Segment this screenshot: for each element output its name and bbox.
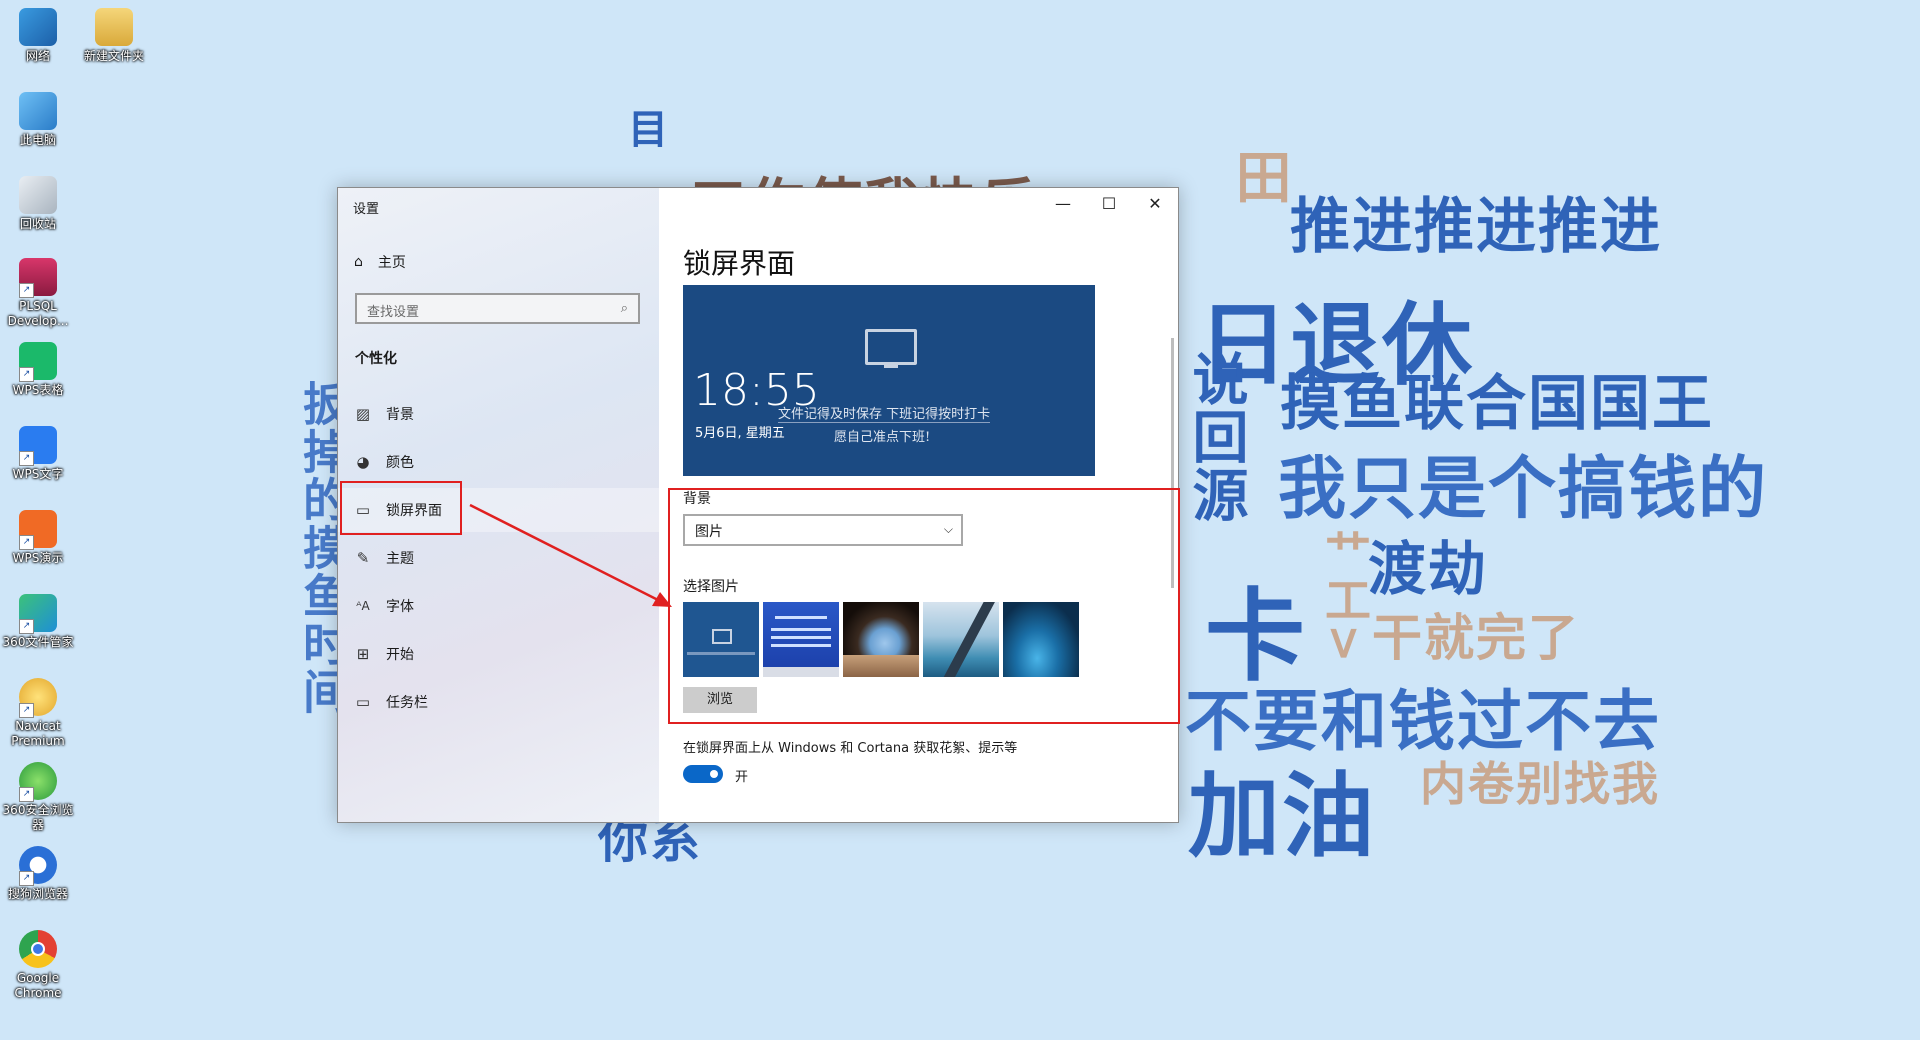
desktop-icon-wps-writer[interactable]: ↗ WPS文字	[0, 426, 78, 482]
wps-writer-icon: ↗	[19, 426, 57, 466]
toggle-state-label: 开	[735, 770, 749, 785]
search-input[interactable]: 查找设置 ⌕	[355, 293, 640, 324]
nav-item-start[interactable]: ⊞ 开始	[338, 632, 659, 676]
nav-item-colors[interactable]: ◕ 颜色	[338, 440, 659, 484]
taskbar-icon: ▭	[355, 693, 371, 711]
nav-label: 开始	[386, 647, 414, 663]
cortana-tips-toggle[interactable]	[683, 765, 723, 783]
nav-label: 任务栏	[386, 695, 428, 711]
wallpaper-word: 目	[621, 108, 667, 150]
monitor-icon	[865, 329, 917, 368]
search-placeholder: 查找设置	[367, 305, 420, 320]
palette-icon: ◕	[356, 453, 370, 471]
nav-label: 主题	[386, 551, 414, 567]
wallpaper-word: 田	[1226, 148, 1291, 206]
toggle-knob	[710, 770, 718, 778]
chrome-icon	[19, 930, 57, 968]
preview-note-line2: 愿自己准点下班!	[834, 430, 931, 445]
computer-icon	[19, 92, 57, 130]
preview-note-line1: 文件记得及时保存 下班记得按时打卡	[778, 403, 991, 423]
nav-label: 字体	[386, 599, 414, 615]
navicat-icon: ↗	[19, 678, 57, 718]
nav-label: 颜色	[386, 455, 414, 471]
window-title: 设置	[353, 202, 380, 217]
wallpaper-word: 推进推进推进	[1290, 192, 1662, 262]
wps-sheet-icon: ↗	[19, 342, 57, 382]
desktop-icon-recycle-bin[interactable]: 回收站	[0, 176, 78, 232]
desktop-icon-network[interactable]: 网络	[0, 8, 78, 64]
desktop-icon-this-pc[interactable]: 此电脑	[0, 92, 78, 148]
wallpaper-word: 艹工>	[1318, 528, 1372, 665]
browser-icon: ↗	[19, 762, 57, 802]
desktop-icon-360-file[interactable]: ↗ 360文件管家	[0, 594, 78, 650]
wallpaper-word: 加油	[1188, 763, 1377, 870]
lock-screen-preview: 18:55 5月6日, 星期五 文件记得及时保存 下班记得按时打卡 愿自己准点下…	[683, 285, 1095, 476]
desktop-icon-wps-sheet[interactable]: ↗ WPS表格	[0, 342, 78, 398]
brush-icon: ✎	[356, 549, 370, 567]
desktop-icon-sogou[interactable]: ↗ 搜狗浏览器	[0, 846, 78, 902]
cortana-tips-label: 在锁屏界面上从 Windows 和 Cortana 获取花絮、提示等	[683, 741, 1018, 756]
sogou-icon: ↗	[19, 846, 57, 886]
nav-label: 背景	[386, 407, 414, 423]
home-link[interactable]: ⌂ 主页	[354, 252, 406, 272]
font-icon: ᴬA	[356, 599, 370, 613]
nav-item-themes[interactable]: ✎ 主题	[338, 536, 659, 580]
desktop-icon-wps-present[interactable]: ↗ WPS演示	[0, 510, 78, 566]
wallpaper-word: 说回源	[1183, 350, 1248, 524]
start-icon: ⊞	[356, 645, 370, 663]
wallpaper-word: 渡劫	[1368, 535, 1489, 603]
network-icon	[19, 8, 57, 46]
desktop-icon-new-folder[interactable]: 新建文件夹	[74, 8, 154, 64]
nav-item-fonts[interactable]: ᴬA 字体	[338, 584, 659, 628]
group-label: 个性化	[355, 351, 397, 367]
settings-window: 设置 ⌂ 主页 查找设置 ⌕ 个性化 ▨ 背景 ◕ 颜色 ▭ 锁屏界面 ✎ 主题…	[337, 187, 1180, 823]
recycle-bin-icon	[19, 176, 57, 214]
annotation-box-nav	[340, 481, 462, 535]
database-icon: ↗	[19, 258, 57, 298]
page-title: 锁屏界面	[683, 247, 796, 280]
folder-icon	[95, 8, 133, 46]
file-manager-icon: ↗	[19, 594, 57, 634]
desktop-icon-chrome[interactable]: Google Chrome	[0, 930, 78, 1001]
desktop-icon-navicat[interactable]: ↗ Navicat Premium	[0, 678, 78, 749]
nav-item-background[interactable]: ▨ 背景	[338, 392, 659, 436]
wallpaper-word: 我只是个搞钱的	[1278, 450, 1769, 529]
wallpaper-word: 摸鱼联合国国王	[1280, 369, 1714, 439]
home-icon: ⌂	[354, 254, 363, 270]
home-label: 主页	[377, 255, 406, 271]
desktop-icon-360-browser[interactable]: ↗ 360安全浏览器	[0, 762, 78, 833]
wallpaper-word: 内卷别找我	[1420, 757, 1660, 811]
desktop-icon-plsql[interactable]: ↗ PLSQL Develop...	[0, 258, 78, 329]
wallpaper-word: 干就完了	[1372, 609, 1580, 667]
search-icon: ⌕	[620, 301, 628, 316]
settings-sidebar: 设置 ⌂ 主页 查找设置 ⌕ 个性化 ▨ 背景 ◕ 颜色 ▭ 锁屏界面 ✎ 主题…	[338, 188, 659, 822]
preview-date: 5月6日, 星期五	[695, 426, 785, 441]
nav-item-taskbar[interactable]: ▭ 任务栏	[338, 680, 659, 724]
wps-presentation-icon: ↗	[19, 510, 57, 550]
image-icon: ▨	[355, 405, 371, 423]
annotation-box-background	[668, 488, 1180, 724]
